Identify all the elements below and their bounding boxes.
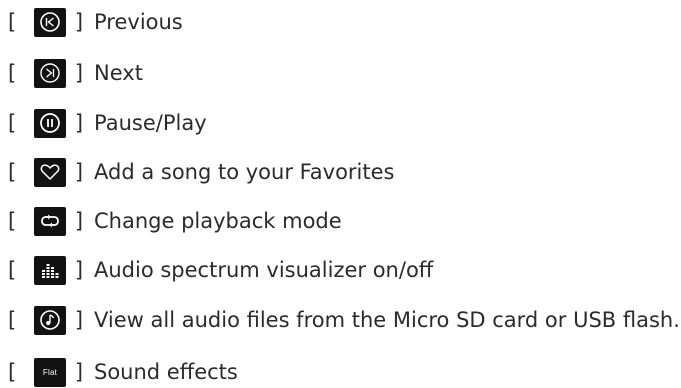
open-bracket: [: [8, 308, 17, 332]
flat-eq-label: Flat: [42, 367, 58, 377]
open-bracket: [: [8, 61, 17, 85]
open-bracket: [: [8, 160, 17, 184]
close-bracket: ]: [74, 258, 84, 282]
legend-row-sound-effects: [ Flat ] Sound effects: [8, 356, 238, 388]
heart-icon: [34, 157, 66, 187]
pause-play-icon: [34, 108, 66, 138]
flat-eq-icon: Flat: [34, 357, 66, 387]
legend-label-previous: Previous: [94, 10, 183, 34]
close-bracket: ]: [74, 111, 84, 135]
legend-label-pause-play: Pause/Play: [94, 111, 207, 135]
open-bracket: [: [8, 360, 17, 384]
open-bracket: [: [8, 209, 17, 233]
legend-label-favorites: Add a song to your Favorites: [94, 160, 395, 184]
next-icon: [34, 58, 66, 88]
legend-label-next: Next: [94, 61, 143, 85]
close-bracket: ]: [74, 360, 84, 384]
legend-label-audio-files: View all audio files from the Micro SD c…: [94, 308, 680, 332]
music-note-icon: [34, 305, 66, 335]
close-bracket: ]: [74, 209, 84, 233]
legend-row-playback-mode: [ ] Change playback mode: [8, 205, 342, 237]
legend-row-spectrum: [] Audio spectrum visualizer on/off: [8, 254, 433, 286]
close-bracket: ]: [74, 10, 84, 34]
legend-label-spectrum: Audio spectrum visualizer on/off: [94, 258, 434, 282]
legend-row-next: [ ] Next: [8, 57, 143, 89]
legend-label-sound-effects: Sound effects: [94, 360, 238, 384]
open-bracket: [: [8, 258, 17, 282]
legend-row-previous: [ ] Previous: [8, 6, 183, 38]
legend-row-favorites: [ ] Add a song to your Favorites: [8, 156, 395, 188]
close-bracket: ]: [74, 160, 84, 184]
button-legend: [ ] Previous [ ] Next [] Pause/Play []…: [0, 0, 681, 387]
previous-icon: [34, 7, 66, 37]
close-bracket: ]: [74, 61, 84, 85]
close-bracket: ]: [74, 308, 84, 332]
legend-row-pause-play: [ ] Pause/Play: [8, 107, 207, 139]
spectrum-icon: [34, 255, 66, 285]
legend-label-playback-mode: Change playback mode: [94, 209, 342, 233]
open-bracket: [: [8, 111, 17, 135]
repeat-icon: [34, 206, 66, 236]
legend-row-audio-files: [ ] View all audio files from the Micro …: [8, 304, 680, 336]
open-bracket: [: [8, 10, 17, 34]
